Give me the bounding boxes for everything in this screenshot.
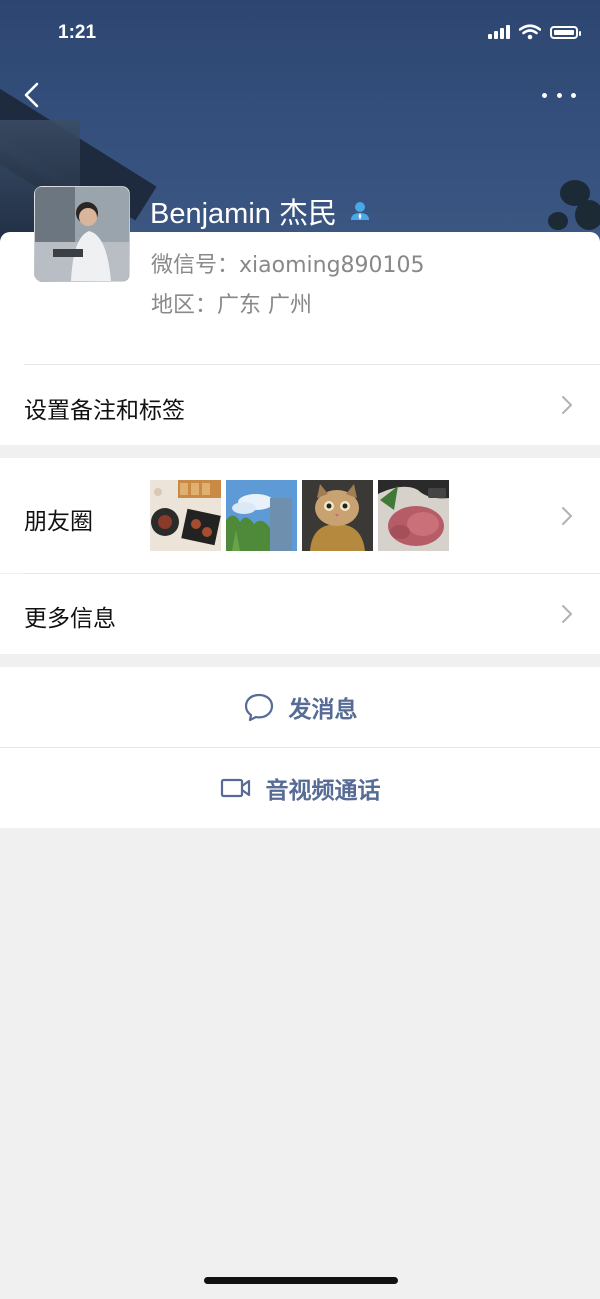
status-bar: 1:21 xyxy=(0,0,600,70)
more-dot-icon xyxy=(542,92,547,98)
moments-row[interactable]: 朋友圈 xyxy=(0,458,600,573)
wechat-id-line: 微信号：xiaoming890105 xyxy=(151,247,425,279)
video-call-button[interactable]: 音视频通话 xyxy=(0,748,600,828)
wechat-id-value: xiaoming890105 xyxy=(239,253,425,278)
chevron-right-icon xyxy=(562,507,572,525)
region-value: 广东 广州 xyxy=(217,293,313,318)
home-indicator[interactable] xyxy=(204,1277,398,1284)
send-message-button[interactable]: 发消息 xyxy=(0,667,600,747)
cover-foliage xyxy=(575,200,600,230)
chevron-right-icon xyxy=(562,396,572,414)
avatar[interactable] xyxy=(34,186,130,282)
region-line: 地区：广东 广州 xyxy=(151,287,312,319)
remark-tags-row[interactable]: 设置备注和标签 xyxy=(0,365,600,445)
more-button[interactable] xyxy=(542,84,576,106)
wifi-icon xyxy=(519,24,541,40)
profile-name: Benjamin 杰民 xyxy=(150,198,337,230)
chat-bubble-icon xyxy=(244,693,273,722)
more-info-row[interactable]: 更多信息 xyxy=(0,574,600,654)
cover-foliage xyxy=(548,212,568,230)
avatar-image xyxy=(35,187,129,281)
moments-thumbnail-sky xyxy=(226,480,297,551)
moments-thumbnail-meat xyxy=(378,480,449,551)
wechat-id-label: 微信号： xyxy=(151,253,240,278)
back-button[interactable] xyxy=(18,80,48,110)
video-call-label: 音视频通话 xyxy=(265,778,381,804)
moments-thumbnails xyxy=(150,480,449,551)
status-time: 1:21 xyxy=(58,22,97,43)
more-info-label: 更多信息 xyxy=(24,606,116,632)
more-dot-icon xyxy=(571,92,576,98)
moments-thumbnail-cat xyxy=(302,480,373,551)
chevron-right-icon xyxy=(562,605,572,623)
video-camera-icon xyxy=(220,778,250,798)
region-label: 地区： xyxy=(151,293,218,318)
moments-label: 朋友圈 xyxy=(24,509,93,535)
send-message-label: 发消息 xyxy=(288,697,358,723)
more-dot-icon xyxy=(556,92,562,98)
signal-icon xyxy=(488,25,510,39)
remark-tags-label: 设置备注和标签 xyxy=(24,398,185,424)
status-icons xyxy=(488,24,581,40)
moments-thumbnail-food xyxy=(150,480,221,551)
battery-icon xyxy=(550,25,581,39)
contact-person-icon xyxy=(350,202,369,220)
profile-name-row: Benjamin 杰民 xyxy=(150,190,371,232)
chevron-left-icon xyxy=(24,82,39,108)
